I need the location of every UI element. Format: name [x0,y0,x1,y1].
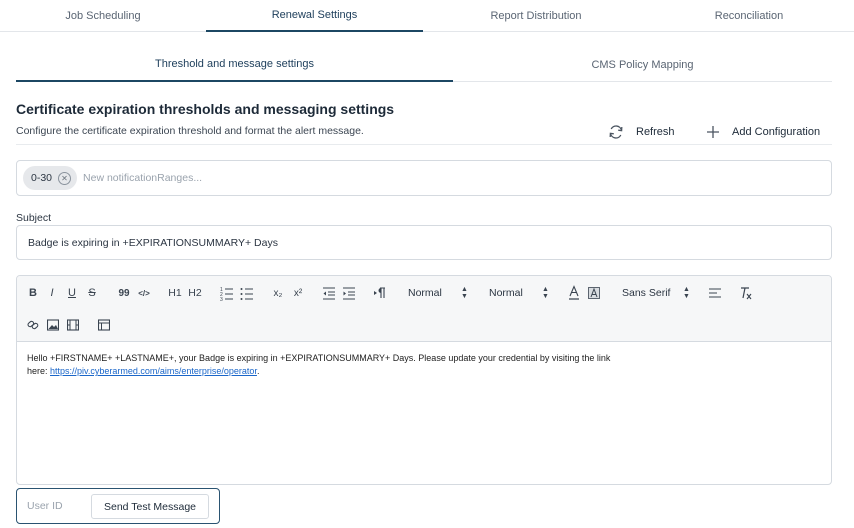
tab-job-scheduling[interactable]: Job Scheduling [0,0,206,32]
message-editor: B I U S 99 </> H1 H2 1 2 3 x₂ x² Normal … [16,275,832,485]
superscript-button[interactable]: x² [291,285,305,301]
text-direction-icon[interactable] [373,285,387,301]
message-line-2-prefix: here: [27,366,51,376]
text-color-icon[interactable] [568,285,580,301]
refresh-icon [609,125,623,139]
image-icon[interactable] [47,317,59,333]
top-tab-bar: Job Scheduling Renewal Settings Report D… [0,0,854,32]
indent-icon[interactable] [342,285,356,301]
subject-label: Subject [16,212,52,224]
ordered-list-icon[interactable]: 1 2 3 [220,285,234,301]
range-chip: 0-30 ✕ [23,166,78,190]
sub-tab-bar: Threshold and message settings CMS Polic… [16,48,832,82]
user-id-input[interactable] [27,496,87,516]
clear-format-icon[interactable] [739,285,753,301]
subscript-button[interactable]: x₂ [271,285,285,301]
header-2-button[interactable]: H2 [187,285,203,301]
size-select[interactable]: Normal ▲ ▼ [408,285,470,301]
notification-ranges-field[interactable]: 0-30 ✕ [16,160,832,196]
outdent-icon[interactable] [322,285,336,301]
message-line-2-suffix: . [256,366,260,376]
font-select[interactable]: Sans Serif ▲ ▼ [622,285,692,301]
message-line-1: Hello +FIRSTNAME+ +LASTNAME+, your Badge… [27,353,611,363]
font-select-value: Sans Serif [622,287,671,299]
header-select-value: Normal [489,287,523,299]
chevron-up-icon: ▲ [461,286,468,293]
refresh-button[interactable]: Refresh [608,122,675,142]
add-configuration-label: Add Configuration [732,126,821,138]
formula-icon[interactable] [98,317,110,333]
subject-input[interactable] [16,225,832,260]
chevron-down-icon: ▼ [461,293,468,300]
bold-button[interactable]: B [27,285,39,301]
send-test-message-button[interactable]: Send Test Message [91,494,209,519]
new-range-input[interactable] [83,172,384,184]
chip-remove-icon[interactable]: ✕ [58,171,72,185]
header-select[interactable]: Normal ▲ ▼ [489,285,551,301]
header-1-button[interactable]: H1 [167,285,183,301]
section-description: Configure the certificate expiration thr… [16,125,364,137]
chevron-down-icon: ▼ [542,293,549,300]
blockquote-button[interactable]: 99 [117,285,131,301]
strike-button[interactable]: S [86,285,98,301]
bullet-list-icon[interactable] [240,285,254,301]
section-divider [16,144,832,145]
add-configuration-button[interactable]: Add Configuration [706,122,820,142]
code-block-button[interactable]: </> [136,285,152,301]
test-message-group: Send Test Message [16,488,220,524]
tab-report-distribution[interactable]: Report Distribution [423,0,649,32]
message-line-2: here: https://piv.cyberarmed.com/aims/en… [27,365,817,378]
plus-icon [707,126,719,138]
background-color-icon[interactable] [588,285,600,301]
editor-content[interactable]: Hello +FIRSTNAME+ +LASTNAME+, your Badge… [27,352,817,378]
operator-link[interactable]: https://piv.cyberarmed.com/aims/enterpri… [50,366,257,376]
range-chip-label: 0-30 [31,172,53,184]
refresh-label: Refresh [636,126,675,138]
underline-button[interactable]: U [66,285,78,301]
tab-threshold-message-settings[interactable]: Threshold and message settings [16,48,453,82]
chevron-up-icon: ▲ [683,286,690,293]
align-icon[interactable] [708,285,722,301]
editor-toolbar: B I U S 99 </> H1 H2 1 2 3 x₂ x² Normal … [17,276,831,342]
video-icon[interactable] [67,317,79,333]
italic-button[interactable]: I [46,285,58,301]
section-title: Certificate expiration thresholds and me… [16,101,395,117]
svg-text:3: 3 [220,297,223,301]
chevron-down-icon: ▼ [683,293,690,300]
tab-reconciliation[interactable]: Reconciliation [649,0,849,32]
chevron-up-icon: ▲ [542,286,549,293]
link-icon[interactable] [27,317,39,333]
tab-cms-policy-mapping[interactable]: CMS Policy Mapping [453,48,832,82]
size-select-value: Normal [408,287,442,299]
tab-renewal-settings[interactable]: Renewal Settings [206,0,423,32]
